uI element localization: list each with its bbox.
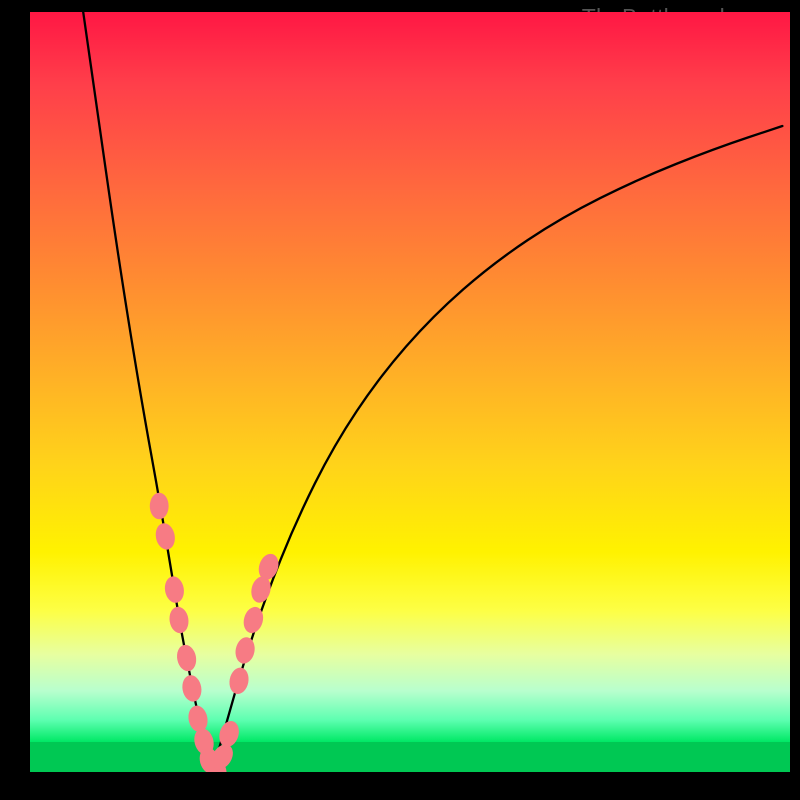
chart-frame xyxy=(30,12,790,772)
highlight-point xyxy=(150,493,169,520)
plot-area xyxy=(30,12,790,772)
highlight-points-group xyxy=(150,493,282,772)
highlight-point xyxy=(168,605,191,634)
curve-svg xyxy=(30,12,790,772)
highlight-point xyxy=(175,643,199,673)
highlight-point xyxy=(180,674,203,703)
highlight-point xyxy=(186,704,210,734)
series-bottleneck-curve-right xyxy=(212,126,782,772)
highlight-point xyxy=(233,636,257,666)
highlight-point xyxy=(153,522,177,552)
highlight-point xyxy=(227,666,250,696)
highlight-point xyxy=(163,575,186,604)
